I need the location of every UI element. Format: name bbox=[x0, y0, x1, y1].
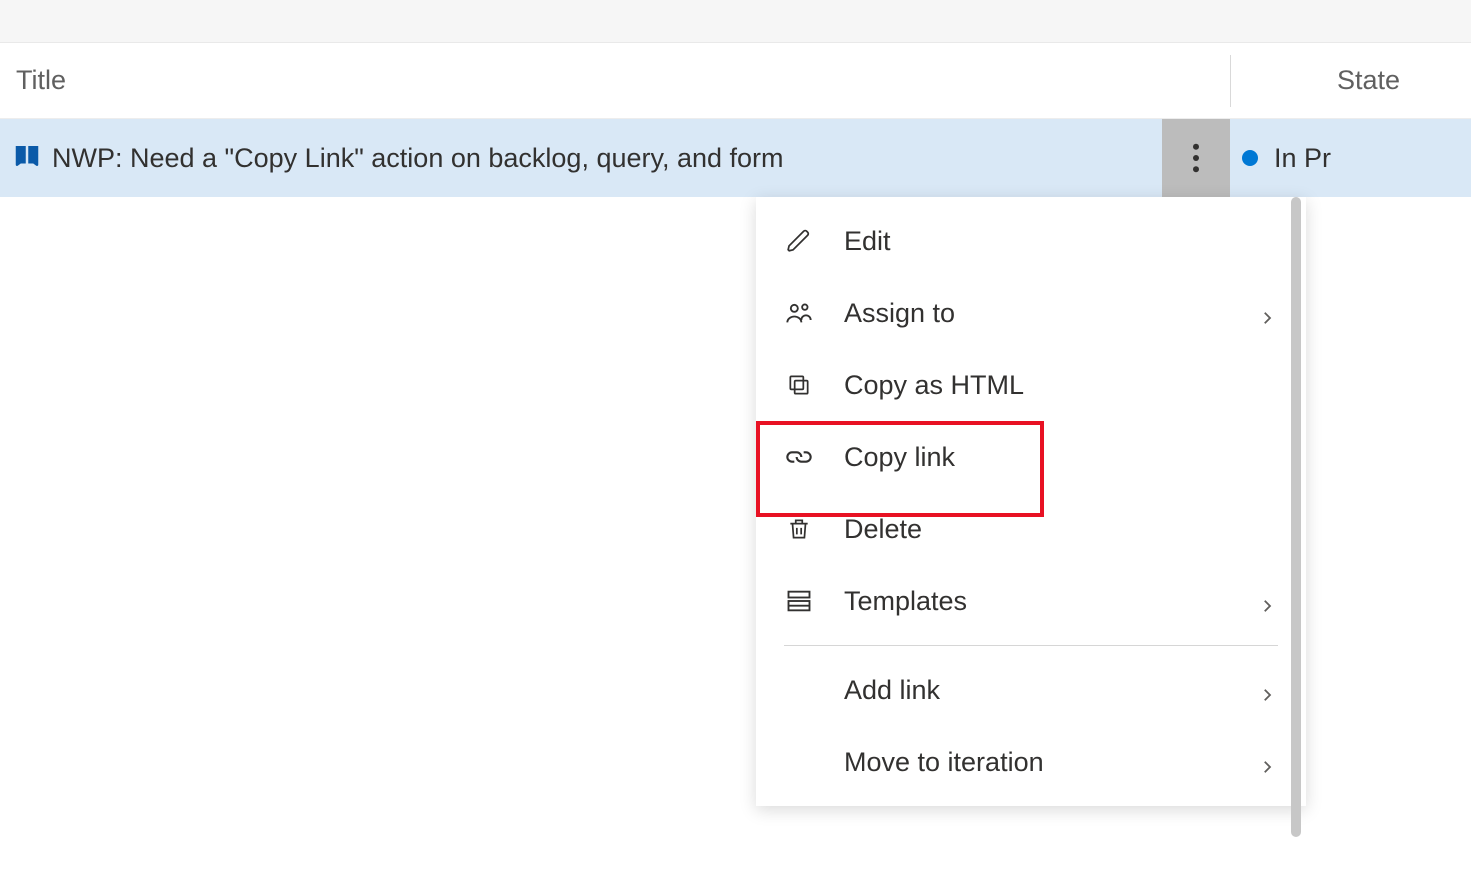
trash-icon bbox=[784, 514, 814, 544]
menu-item-copy-as-html[interactable]: Copy as HTML bbox=[756, 349, 1306, 421]
chevron-right-icon bbox=[1258, 303, 1278, 323]
column-header-state[interactable]: State bbox=[1230, 55, 1471, 107]
work-item-title: NWP: Need a "Copy Link" action on backlo… bbox=[52, 143, 784, 174]
menu-item-label: Copy link bbox=[844, 442, 1278, 473]
menu-item-delete[interactable]: Delete bbox=[756, 493, 1306, 565]
context-menu: Edit Assign to Copy as HTML Copy link bbox=[756, 197, 1306, 806]
menu-item-label: Templates bbox=[844, 586, 1258, 617]
templates-icon bbox=[784, 586, 814, 616]
epic-icon bbox=[12, 141, 42, 176]
menu-item-label: Copy as HTML bbox=[844, 370, 1278, 401]
more-actions-button[interactable] bbox=[1162, 119, 1230, 197]
work-item-state: In Pr bbox=[1274, 143, 1331, 174]
chevron-right-icon bbox=[1258, 752, 1278, 772]
menu-item-copy-link[interactable]: Copy link bbox=[756, 421, 1306, 493]
column-header-title[interactable]: Title bbox=[0, 65, 1230, 96]
blank-icon bbox=[784, 747, 814, 777]
menu-item-assign-to[interactable]: Assign to bbox=[756, 277, 1306, 349]
menu-item-label: Delete bbox=[844, 514, 1278, 545]
column-header-row: Title State bbox=[0, 43, 1471, 119]
menu-item-move-to-iteration[interactable]: Move to iteration bbox=[756, 726, 1306, 798]
work-item-title-cell[interactable]: NWP: Need a "Copy Link" action on backlo… bbox=[0, 119, 1230, 197]
menu-separator bbox=[784, 645, 1278, 646]
kebab-icon bbox=[1192, 143, 1200, 173]
menu-scrollbar[interactable] bbox=[1291, 197, 1301, 837]
toolbar bbox=[0, 0, 1471, 43]
work-item-state-cell: In Pr bbox=[1230, 119, 1471, 197]
menu-item-edit[interactable]: Edit bbox=[756, 205, 1306, 277]
blank-icon bbox=[784, 675, 814, 705]
state-dot-icon bbox=[1242, 150, 1258, 166]
menu-item-label: Move to iteration bbox=[844, 747, 1258, 778]
menu-item-label: Assign to bbox=[844, 298, 1258, 329]
menu-item-templates[interactable]: Templates bbox=[756, 565, 1306, 637]
menu-item-label: Edit bbox=[844, 226, 1278, 257]
edit-icon bbox=[784, 226, 814, 256]
people-icon bbox=[784, 298, 814, 328]
link-icon bbox=[784, 442, 814, 472]
menu-item-add-link[interactable]: Add link bbox=[756, 654, 1306, 726]
menu-item-label: Add link bbox=[844, 675, 1258, 706]
chevron-right-icon bbox=[1258, 680, 1278, 700]
chevron-right-icon bbox=[1258, 591, 1278, 611]
work-item-row[interactable]: NWP: Need a "Copy Link" action on backlo… bbox=[0, 119, 1471, 197]
copy-icon bbox=[784, 370, 814, 400]
